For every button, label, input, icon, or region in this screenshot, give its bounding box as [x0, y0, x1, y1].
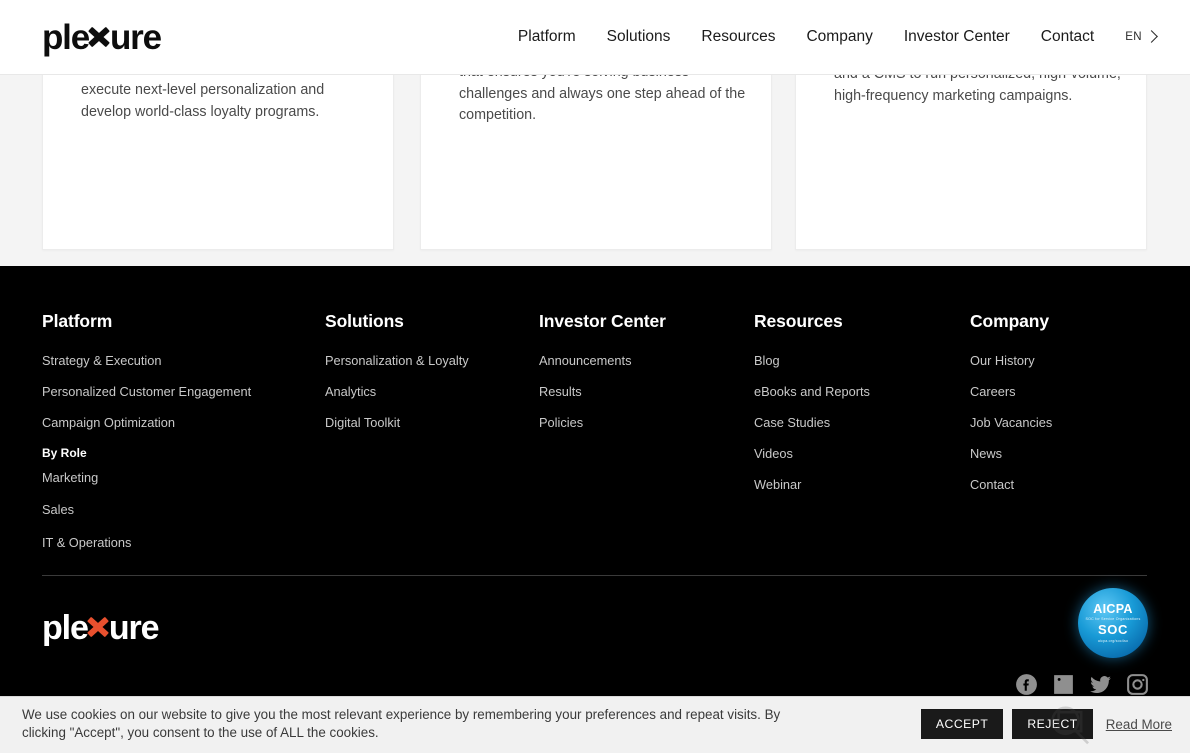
footer-column-company: Company Our History Careers Job Vacancie… [970, 311, 1150, 568]
badge-line-aicpa: AICPA [1093, 602, 1133, 617]
footer-link-ebooks-reports[interactable]: eBooks and Reports [754, 384, 970, 399]
cookie-actions: ACCEPT REJECT Read More [920, 709, 1172, 739]
footer-link-job-vacancies[interactable]: Job Vacancies [970, 416, 1150, 430]
footer-link-policies[interactable]: Policies [539, 416, 754, 430]
footer-link-personalization-loyalty[interactable]: Personalization & Loyalty [325, 353, 539, 368]
nav-item-investor-center[interactable]: Investor Center [904, 28, 1010, 46]
logo-text: ple ure [42, 17, 162, 57]
feature-cards-section: execute next-level personalization and d… [0, 58, 1190, 266]
footer-link-campaign-optimization[interactable]: Campaign Optimization [42, 416, 325, 430]
linkedin-icon[interactable] [1051, 672, 1076, 697]
footer-column-investor-center: Investor Center Announcements Results Po… [539, 311, 754, 568]
footer-link-it-operations[interactable]: IT & Operations [42, 535, 325, 550]
badge-line-aicpa-sub: SOC for Service Organizations [1085, 617, 1141, 622]
footer-link-strategy-execution[interactable]: Strategy & Execution [42, 353, 325, 368]
logo-part-ure: ure [109, 17, 162, 57]
nav-item-solutions[interactable]: Solutions [607, 28, 671, 46]
feature-card-2: that ensures you're solving business cha… [420, 58, 772, 250]
cookie-consent-banner: We use cookies on our website to give yo… [0, 696, 1190, 753]
badge-line-soc: SOC [1098, 622, 1128, 638]
reject-button[interactable]: REJECT [1012, 709, 1093, 739]
site-header: ple ure Platform Solutions Resources Comp… [0, 0, 1190, 75]
footer-subheading-by-role: By Role [42, 446, 87, 461]
footer-link-sales[interactable]: Sales [42, 503, 325, 517]
aicpa-soc-badge: AICPA SOC for Service Organizations SOC … [1078, 588, 1148, 658]
feature-card-3: and a CMS to run personalized, high-volu… [795, 58, 1147, 250]
footer-logo-part-ure: ure [108, 609, 160, 647]
footer-link-our-history[interactable]: Our History [970, 353, 1150, 368]
instagram-icon[interactable] [1125, 672, 1150, 697]
footer-link-news[interactable]: News [970, 447, 1150, 461]
badge-line-soc-sub: aicpa.org/soc4so [1097, 638, 1129, 643]
nav-item-platform[interactable]: Platform [518, 28, 576, 46]
footer-link-careers[interactable]: Careers [970, 384, 1150, 399]
footer-link-results[interactable]: Results [539, 384, 754, 399]
language-selector[interactable]: EN [1125, 30, 1158, 43]
footer-link-columns: Platform Strategy & Execution Personaliz… [0, 311, 1190, 568]
nav-item-contact[interactable]: Contact [1041, 28, 1094, 46]
site-footer: Platform Strategy & Execution Personaliz… [0, 266, 1190, 753]
footer-logo[interactable]: ple ure [42, 609, 160, 647]
facebook-icon[interactable] [1014, 672, 1039, 697]
footer-column-resources: Resources Blog eBooks and Reports Case S… [754, 311, 970, 568]
footer-column-resources-title: Resources [754, 311, 843, 331]
footer-column-solutions: Solutions Personalization & Loyalty Anal… [325, 311, 539, 568]
feature-card-1: execute next-level personalization and d… [42, 58, 394, 250]
header-logo[interactable]: ple ure [42, 17, 162, 57]
footer-logo-x-icon [88, 615, 109, 639]
cookie-message: We use cookies on our website to give yo… [22, 707, 781, 740]
logo-part-ple: ple [42, 17, 90, 57]
nav-item-resources[interactable]: Resources [701, 28, 775, 46]
footer-column-platform-title: Platform [42, 311, 113, 331]
language-label: EN [1125, 31, 1142, 43]
footer-column-platform: Platform Strategy & Execution Personaliz… [42, 311, 325, 568]
footer-column-investor-center-title: Investor Center [539, 311, 666, 331]
footer-link-marketing[interactable]: Marketing [42, 471, 325, 485]
footer-link-analytics[interactable]: Analytics [325, 384, 539, 399]
footer-link-personalized-customer-engagement[interactable]: Personalized Customer Engagement [42, 384, 325, 399]
footer-column-company-title: Company [970, 311, 1050, 331]
chevron-right-icon [1145, 30, 1158, 43]
page-root: ple ure Platform Solutions Resources Comp… [0, 0, 1190, 753]
read-more-link[interactable]: Read More [1106, 717, 1172, 732]
footer-link-webinar[interactable]: Webinar [754, 478, 970, 492]
footer-link-contact[interactable]: Contact [970, 478, 1150, 492]
accept-button[interactable]: ACCEPT [920, 709, 1004, 739]
main-navigation: Platform Solutions Resources Company Inv… [518, 28, 1158, 46]
footer-link-videos[interactable]: Videos [754, 447, 970, 461]
footer-logo-part-ple: ple [42, 609, 89, 647]
nav-item-company[interactable]: Company [806, 28, 872, 46]
feature-card-1-text: execute next-level personalization and d… [81, 82, 325, 120]
footer-divider [42, 575, 1147, 576]
footer-column-solutions-title: Solutions [325, 311, 404, 331]
twitter-icon[interactable] [1088, 672, 1113, 697]
social-links [1014, 672, 1150, 697]
footer-link-digital-toolkit[interactable]: Digital Toolkit [325, 416, 539, 430]
logo-x-icon [89, 25, 110, 49]
footer-link-blog[interactable]: Blog [754, 353, 970, 368]
footer-link-case-studies[interactable]: Case Studies [754, 416, 970, 430]
footer-link-announcements[interactable]: Announcements [539, 353, 754, 368]
